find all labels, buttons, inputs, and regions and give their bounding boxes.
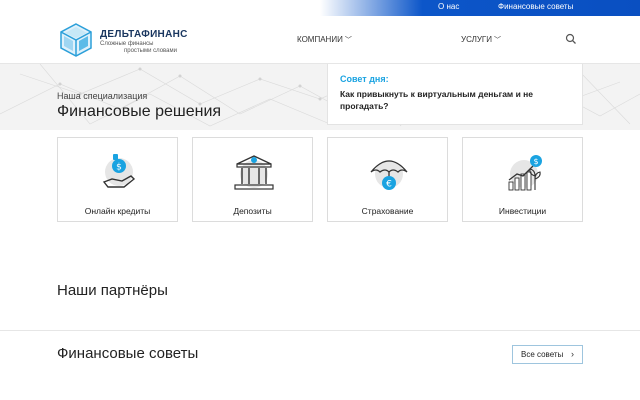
nav-companies[interactable]: КОМПАНИИ ﹀ (297, 35, 352, 45)
growth-chart-icon: $ (508, 155, 542, 191)
tagline: Сложные финансы простыми словами (100, 41, 180, 55)
advice-link[interactable]: Финансовые советы (498, 2, 573, 11)
brand-name[interactable]: ДЕЛЬТАФИНАНС (100, 29, 188, 40)
top-bar: О нас Финансовые советы (0, 0, 640, 16)
chevron-down-icon: ﹀ (344, 37, 352, 44)
tagline-line-1: Сложные финансы (100, 41, 154, 47)
card-label: Онлайн кредиты (84, 206, 151, 216)
tip-text[interactable]: Как привыкнуть к виртуальным деньгам и н… (340, 88, 560, 112)
chevron-right-icon: › (571, 349, 574, 359)
logo-cube-icon[interactable] (58, 22, 94, 58)
card-label: Депозиты (233, 206, 272, 216)
card-investments[interactable]: $ Инвестиции (462, 137, 583, 222)
card-deposits[interactable]: Депозиты (192, 137, 313, 222)
nav-companies-label: КОМПАНИИ (297, 35, 343, 44)
bank-icon (234, 155, 274, 190)
umbrella-euro-icon: € (370, 160, 408, 190)
specialization-title: Финансовые решения (57, 103, 222, 120)
partners-title: Наши партнёры (57, 282, 168, 299)
money-hand-icon: $ (102, 154, 136, 188)
card-label: Страхование (361, 206, 414, 216)
tagline-line-2: простыми словами (124, 48, 177, 54)
svg-text:$: $ (116, 163, 122, 173)
advice-section-title: Финансовые советы (57, 345, 199, 362)
tip-label: Совет дня: (340, 74, 389, 84)
specialization-subtitle: Наша специализация (57, 91, 148, 101)
card-insurance[interactable]: € Страхование (327, 137, 448, 222)
card-label: Инвестиции (498, 206, 547, 216)
about-link[interactable]: О нас (438, 2, 459, 11)
all-advice-button[interactable]: Все советы › (512, 345, 583, 364)
svg-text:$: $ (533, 157, 538, 166)
card-online-loans[interactable]: $ Онлайн кредиты (57, 137, 178, 222)
chevron-down-icon: ﹀ (494, 37, 502, 44)
svg-text:€: € (386, 180, 392, 190)
nav-services[interactable]: УСЛУГИ ﹀ (461, 35, 501, 45)
search-icon[interactable] (565, 33, 577, 45)
nav-services-label: УСЛУГИ (461, 35, 493, 44)
all-advice-button-label: Все советы (521, 350, 564, 359)
section-divider (0, 330, 640, 331)
header: ДЕЛЬТАФИНАНС Сложные финансы простыми сл… (0, 16, 640, 64)
tip-of-day-card[interactable]: Совет дня: Как привыкнуть к виртуальным … (327, 64, 583, 125)
